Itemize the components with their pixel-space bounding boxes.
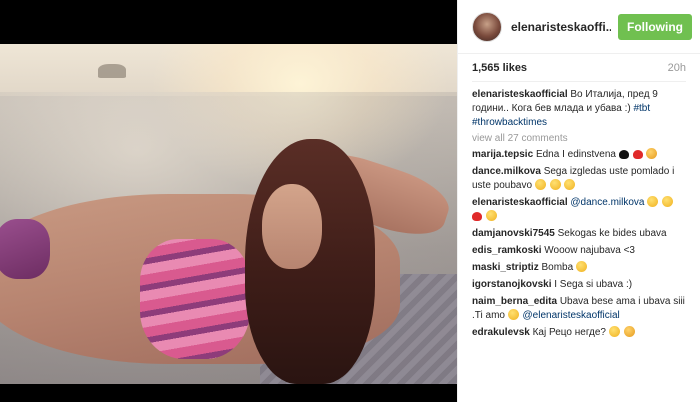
comment-username[interactable]: naim_berna_edita bbox=[472, 296, 557, 307]
likes-count[interactable]: 1,565 likes bbox=[472, 62, 527, 74]
comment: damjanovski7545 Sekogas ke bides ubava bbox=[472, 227, 686, 241]
hashtag-throwbacktimes[interactable]: #throwbacktimes bbox=[472, 117, 547, 128]
smiley-face-icon bbox=[647, 196, 659, 207]
photo-pane bbox=[0, 0, 457, 402]
comment-username[interactable]: igorstanojkovski bbox=[472, 279, 551, 290]
caption-username[interactable]: elenaristeskaofficial bbox=[472, 89, 568, 100]
comment-text: Кај Рецо негде? bbox=[532, 327, 606, 338]
smiley-face-icon bbox=[549, 179, 561, 190]
comment: marija.tepsic Edna I edinstvena bbox=[472, 148, 686, 162]
comment-text: I Sega si ubava :) bbox=[554, 279, 633, 290]
comment-username[interactable]: dance.milkova bbox=[472, 166, 541, 177]
post-header: elenaristeskaoffi... Following bbox=[458, 0, 700, 54]
cat-face-icon bbox=[646, 148, 658, 159]
post-time[interactable]: 20h bbox=[668, 62, 686, 74]
smiley-face-icon bbox=[575, 261, 587, 272]
comment: igorstanojkovski I Sega si ubava :) bbox=[472, 278, 686, 292]
comments-list: elenaristeskaofficial Во Италија, пред 9… bbox=[458, 82, 700, 340]
comment: elenaristeskaofficial @dance.milkova bbox=[472, 196, 686, 224]
smiley-face-icon bbox=[564, 179, 576, 190]
photo-bikini-top bbox=[140, 239, 250, 359]
post-photo[interactable] bbox=[0, 44, 457, 384]
comment-text: Bomba bbox=[541, 262, 574, 273]
smiley-face-icon bbox=[608, 326, 620, 337]
comment-username[interactable]: edis_ramkoski bbox=[472, 245, 542, 256]
smiley-face-icon bbox=[662, 196, 674, 207]
comment-username[interactable]: damjanovski7545 bbox=[472, 228, 555, 239]
comment-text: Sekogas ke bides ubava bbox=[557, 228, 667, 239]
red-heart-icon bbox=[632, 150, 643, 159]
comment-username[interactable]: marija.tepsic bbox=[472, 149, 533, 160]
caption: elenaristeskaofficial Во Италија, пред 9… bbox=[472, 88, 686, 130]
comment-username[interactable]: elenaristeskaofficial bbox=[472, 197, 568, 208]
comment: naim_berna_edita Ubava bese ama i ubava … bbox=[472, 295, 686, 323]
photo-background-people bbox=[98, 64, 126, 78]
comment: edis_ramkoski Wooow najubava <3 bbox=[472, 244, 686, 258]
smiley-face-icon bbox=[485, 210, 497, 221]
instagram-post: elenaristeskaoffi... Following 1,565 lik… bbox=[0, 0, 700, 402]
cat-face-icon bbox=[623, 326, 635, 337]
post-sidebar: elenaristeskaoffi... Following 1,565 lik… bbox=[457, 0, 700, 402]
comment: dance.milkova Sega izgledas uste pomlado… bbox=[472, 165, 686, 193]
smiley-face-icon bbox=[507, 309, 519, 320]
avatar[interactable] bbox=[472, 11, 502, 42]
photo-bikini-bottom bbox=[0, 219, 50, 279]
header-username[interactable]: elenaristeskaoffi... bbox=[511, 20, 611, 34]
comment: maski_striptiz Bomba bbox=[472, 261, 686, 275]
view-all-comments-link[interactable]: view all 27 comments bbox=[472, 133, 686, 144]
red-heart-icon bbox=[472, 212, 482, 221]
comment-mention[interactable]: @dance.milkova bbox=[570, 197, 644, 208]
following-button[interactable]: Following bbox=[618, 13, 692, 40]
hashtag-tbt[interactable]: #tbt bbox=[633, 103, 650, 114]
photo-face bbox=[262, 184, 322, 269]
comment-username[interactable]: maski_striptiz bbox=[472, 262, 539, 273]
comment-text: Edna I edinstvena bbox=[535, 149, 616, 160]
comment-text: Wooow najubava <3 bbox=[544, 245, 635, 256]
black-heart-icon bbox=[618, 150, 629, 159]
comment: edrakulevsk Кај Рецо негде? bbox=[472, 326, 686, 340]
comment-mention[interactable]: @elenaristeskaofficial bbox=[523, 310, 620, 321]
comment-username[interactable]: edrakulevsk bbox=[472, 327, 530, 338]
post-meta: 1,565 likes 20h bbox=[472, 54, 686, 82]
smiley-face-icon bbox=[534, 179, 546, 190]
